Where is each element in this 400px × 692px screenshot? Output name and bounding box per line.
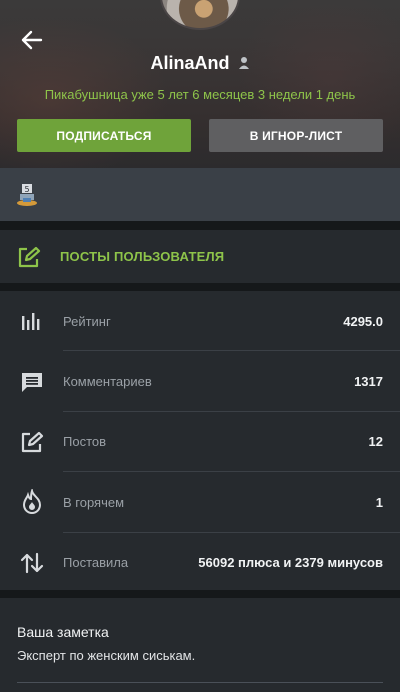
stat-row-comments: Комментариев 1317 [0, 351, 400, 412]
stat-value: 4295.0 [343, 313, 383, 329]
arrow-left-icon [21, 30, 43, 50]
section-gap [0, 283, 400, 291]
section-gap [0, 590, 400, 598]
stat-value: 12 [368, 434, 383, 450]
stat-label: Комментариев [63, 374, 152, 390]
profile-header: AlinaAnd Пикабушница уже 5 лет 6 месяцев… [0, 0, 400, 168]
stat-label: Постов [63, 434, 107, 450]
stat-label: В горячем [63, 494, 125, 510]
stat-value: 1317 [354, 374, 383, 390]
user-posts-label: ПОСТЫ ПОЛЬЗОВАТЕЛЯ [60, 249, 225, 264]
user-posts-link[interactable]: ПОСТЫ ПОЛЬЗОВАТЕЛЯ [0, 230, 400, 283]
award-icon[interactable]: 5 [16, 183, 38, 207]
stat-label: Поставила [63, 555, 129, 571]
user-note[interactable]: Ваша заметка Эксперт по женским сиськам. [0, 598, 400, 692]
note-text[interactable]: Эксперт по женским сиськам. [17, 648, 383, 663]
stat-row-rating: Рейтинг 4295.0 [0, 291, 400, 352]
note-title: Ваша заметка [17, 624, 109, 640]
stat-row-votes: Поставила 56092 плюса и 2379 минусов [0, 533, 400, 593]
avatar[interactable] [160, 0, 240, 30]
awards-bar: 5 [0, 168, 400, 221]
subscribe-button[interactable]: ПОДПИСАТЬСЯ [17, 119, 191, 152]
stat-label: Рейтинг [63, 313, 111, 329]
fire-icon [17, 489, 47, 515]
edit-icon [17, 431, 47, 453]
ignore-list-button[interactable]: В ИГНОР-ЛИСТ [209, 119, 383, 152]
section-gap [0, 221, 400, 230]
edit-icon [17, 246, 47, 268]
svg-text:5: 5 [24, 185, 29, 194]
stat-row-hot: В горячем 1 [0, 472, 400, 533]
gender-female-icon [238, 57, 249, 69]
back-button[interactable] [16, 28, 48, 52]
tenure-text: Пикабушница уже 5 лет 6 месяцев 3 недели… [44, 87, 356, 102]
stat-value: 56092 плюса и 2379 минусов [198, 555, 383, 571]
user-stats: Рейтинг 4295.0 Комментариев 1317 Постов … [0, 291, 400, 590]
stat-value: 1 [375, 494, 383, 510]
stat-row-posts: Постов 12 [0, 412, 400, 473]
rating-icon [17, 311, 47, 331]
username-row: AlinaAnd [0, 52, 400, 74]
votes-icon [17, 552, 47, 574]
username: AlinaAnd [150, 52, 230, 73]
note-underline [17, 682, 383, 683]
comment-icon [17, 371, 47, 393]
